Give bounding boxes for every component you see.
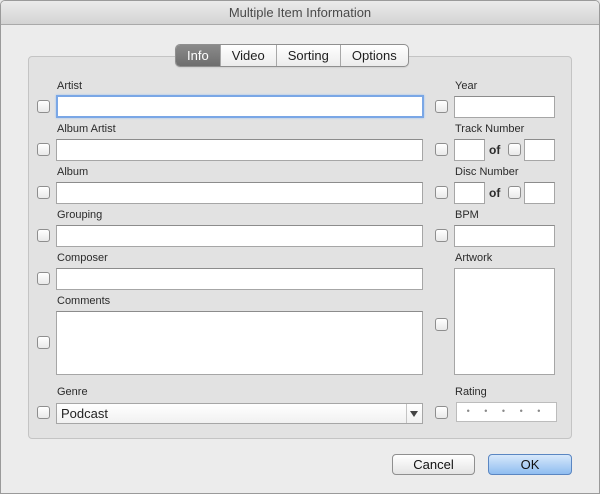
track-total-checkbox[interactable] — [508, 143, 521, 156]
album-artist-field[interactable] — [56, 139, 423, 161]
tab-info[interactable]: Info — [176, 45, 220, 66]
year-label: Year — [455, 80, 478, 92]
composer-label: Composer — [57, 252, 108, 264]
track-number-checkbox[interactable] — [435, 143, 448, 156]
cancel-button[interactable]: Cancel — [392, 454, 475, 475]
track-number-label: Track Number — [455, 123, 525, 135]
disc-number-field[interactable] — [454, 182, 485, 204]
bpm-field[interactable] — [454, 225, 555, 247]
genre-dropdown-button[interactable] — [406, 404, 422, 423]
track-number-field[interactable] — [454, 139, 485, 161]
disc-total-field[interactable] — [524, 182, 555, 204]
album-artist-label: Album Artist — [57, 123, 116, 135]
window-title: Multiple Item Information — [1, 1, 599, 25]
rating-checkbox[interactable] — [435, 406, 448, 419]
chevron-down-icon — [410, 411, 418, 417]
artist-field[interactable] — [56, 95, 424, 118]
disc-of-label: of — [489, 186, 501, 200]
album-artist-checkbox[interactable] — [37, 143, 50, 156]
genre-label: Genre — [57, 386, 88, 398]
genre-checkbox[interactable] — [37, 406, 50, 419]
genre-select-value: Podcast — [61, 406, 108, 421]
track-of-label: of — [489, 143, 501, 157]
tab-sorting[interactable]: Sorting — [275, 45, 340, 66]
bpm-label: BPM — [455, 209, 479, 221]
composer-checkbox[interactable] — [37, 272, 50, 285]
artist-label: Artist — [57, 80, 83, 92]
artwork-well[interactable] — [454, 268, 555, 375]
grouping-field[interactable] — [56, 225, 423, 247]
year-checkbox[interactable] — [435, 100, 448, 113]
comments-checkbox[interactable] — [37, 336, 50, 349]
bpm-checkbox[interactable] — [435, 229, 448, 242]
artist-checkbox[interactable] — [37, 100, 50, 113]
grouping-label: Grouping — [57, 209, 103, 221]
disc-number-checkbox[interactable] — [435, 186, 448, 199]
album-label: Album — [57, 166, 89, 178]
album-field[interactable] — [56, 182, 423, 204]
tab-video[interactable]: Video — [219, 45, 276, 66]
comments-field[interactable] — [56, 311, 423, 375]
grouping-checkbox[interactable] — [37, 229, 50, 242]
track-total-field[interactable] — [524, 139, 555, 161]
disc-total-checkbox[interactable] — [508, 186, 521, 199]
tab-bar: Info Video Sorting Options — [175, 44, 409, 67]
tab-options[interactable]: Options — [339, 45, 408, 66]
comments-label: Comments — [57, 295, 111, 307]
rating-control[interactable]: • • • • • — [456, 402, 557, 422]
composer-field[interactable] — [56, 268, 423, 290]
artwork-checkbox[interactable] — [435, 318, 448, 331]
ok-button[interactable]: OK — [488, 454, 572, 475]
year-field[interactable] — [454, 96, 555, 118]
rating-label: Rating — [455, 386, 487, 398]
album-checkbox[interactable] — [37, 186, 50, 199]
dialog-window: Multiple Item Information Info Video Sor… — [0, 0, 600, 494]
artwork-label: Artwork — [455, 252, 493, 264]
genre-select[interactable]: Podcast — [56, 403, 423, 424]
disc-number-label: Disc Number — [455, 166, 519, 178]
